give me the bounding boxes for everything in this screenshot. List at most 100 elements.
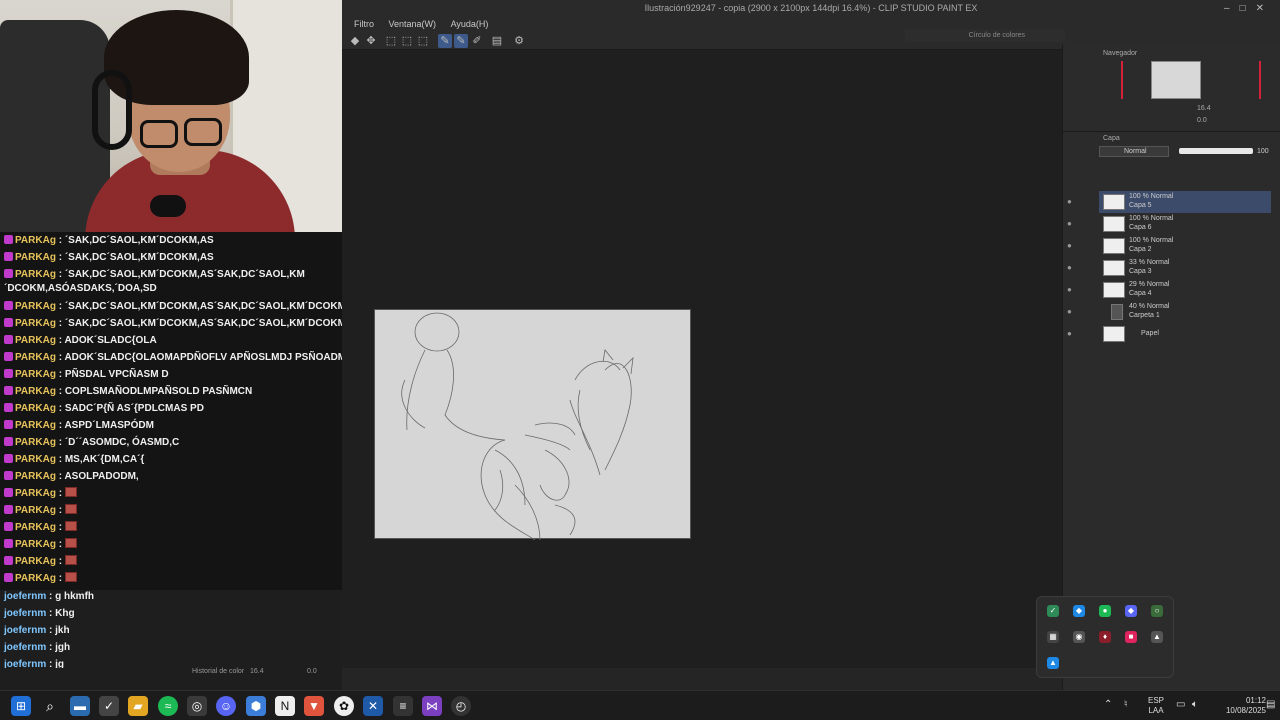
- layer-row[interactable]: ● 100 % Normal Capa 6: [1063, 213, 1280, 235]
- settings-tool-icon[interactable]: ⚙: [512, 34, 526, 48]
- canvas-paper[interactable]: [374, 309, 691, 541]
- file-explorer-icon[interactable]: ▰: [128, 696, 148, 716]
- chat-text: SADC´P{Ñ AS´{PDLCMAS PD: [64, 403, 204, 414]
- clock[interactable]: 01:12 10/08/2025: [1224, 696, 1266, 716]
- app-icon[interactable]: ◎: [187, 696, 207, 716]
- status-angle: 0.0: [307, 668, 317, 675]
- menu-item-ventana[interactable]: Ventana(W): [389, 19, 437, 29]
- app-icon[interactable]: ⬢: [246, 696, 266, 716]
- notification-icon[interactable]: ▤: [1266, 699, 1275, 710]
- network-icon[interactable]: ▭: [1176, 699, 1185, 710]
- tray-chevron-up-icon[interactable]: ⌃: [1104, 699, 1112, 710]
- notion-icon[interactable]: N: [275, 696, 295, 716]
- chat-badge-icon: [4, 573, 13, 582]
- blend-mode-select[interactable]: Normal: [1099, 146, 1169, 157]
- navigator-marker-left: [1121, 61, 1123, 99]
- layer-row[interactable]: ● 33 % Normal Capa 3: [1063, 257, 1280, 279]
- layer-row[interactable]: ● 40 % Normal Carpeta 1: [1063, 301, 1280, 323]
- navigator-zoom-value[interactable]: 16.4: [1197, 105, 1211, 112]
- tray-app-icon[interactable]: ○: [1151, 605, 1163, 617]
- chat-username: PARKAg: [15, 522, 56, 533]
- chat-separator: :: [55, 437, 65, 448]
- window-titlebar: Ilustración929247 - copia (2900 x 2100px…: [342, 0, 1280, 17]
- microphone-icon[interactable]: ♮: [1124, 699, 1128, 710]
- brush-tool-icon[interactable]: ✐: [470, 34, 484, 48]
- tray-app-icon[interactable]: ✓: [1047, 605, 1059, 617]
- tray-app-icon[interactable]: ▲: [1047, 657, 1059, 669]
- volume-icon[interactable]: 🔈︎: [1192, 699, 1198, 710]
- menu-item-ayuda[interactable]: Ayuda(H): [451, 19, 489, 29]
- navigator-panel-header[interactable]: Navegador: [1063, 47, 1280, 61]
- chat-separator: :: [55, 454, 65, 465]
- layer-visibility-eye-icon[interactable]: ●: [1067, 285, 1072, 294]
- chat-text: ´SAK,DC´SAOL,KM´DCOKM,AS´SAK,DC´SAOL,KM´…: [64, 301, 342, 312]
- layer-row[interactable]: ● Papel: [1063, 323, 1280, 345]
- navigator-thumbnail[interactable]: [1151, 61, 1201, 99]
- layer-row[interactable]: ● 29 % Normal Capa 4: [1063, 279, 1280, 301]
- layer-row[interactable]: ● 100 % Normal Capa 5: [1067, 191, 1271, 213]
- layer-thumbnail: [1103, 326, 1125, 342]
- pencil-tool-icon[interactable]: ✎: [454, 34, 468, 48]
- chat-badge-icon: [4, 386, 13, 395]
- start-icon[interactable]: ⊞: [11, 696, 31, 716]
- tray-app-icon[interactable]: ♦: [1099, 631, 1111, 643]
- chat-badge-icon: [4, 488, 13, 497]
- navigator-rotation-value[interactable]: 0.0: [1197, 117, 1207, 124]
- app-icon[interactable]: ✕: [363, 696, 383, 716]
- chat-separator: :: [46, 608, 56, 619]
- layer-visibility-eye-icon[interactable]: ●: [1067, 263, 1072, 272]
- opacity-slider[interactable]: [1179, 148, 1253, 154]
- language-indicator[interactable]: ESP LAA: [1148, 696, 1164, 716]
- window-controls[interactable]: –□✕: [1224, 0, 1274, 17]
- canvas-area[interactable]: [342, 50, 1062, 670]
- ruler-tool-icon[interactable]: ▤: [490, 34, 504, 48]
- layer-blend-row: Normal 100: [1063, 145, 1280, 159]
- layer-visibility-eye-icon[interactable]: ●: [1067, 219, 1072, 228]
- clip-studio-icon[interactable]: ◴: [451, 696, 471, 716]
- layer-visibility-eye-icon[interactable]: ●: [1067, 307, 1072, 316]
- tray-app-icon[interactable]: ◆: [1125, 605, 1137, 617]
- chat-separator: :: [55, 386, 65, 397]
- layer-visibility-eye-icon[interactable]: ●: [1067, 197, 1072, 206]
- chat-text: ADOK´SLADC{OLA: [64, 335, 157, 346]
- chat-separator: :: [46, 659, 56, 668]
- select-tool-icon[interactable]: ⬚: [384, 34, 398, 48]
- layer-visibility-eye-icon[interactable]: ●: [1067, 241, 1072, 250]
- layer-blend-info: 100 % Normal: [1129, 237, 1174, 244]
- discord-icon[interactable]: ☺: [216, 696, 236, 716]
- layer-panel-header[interactable]: Capa: [1063, 131, 1280, 145]
- chat-username: PARKAg: [15, 301, 56, 312]
- app-icon[interactable]: ✓: [99, 696, 119, 716]
- layer-row[interactable]: ● 100 % Normal Capa 2: [1063, 235, 1280, 257]
- chatgpt-icon[interactable]: ✿: [334, 696, 354, 716]
- crop-tool-icon[interactable]: ⬚: [416, 34, 430, 48]
- chat-separator: :: [55, 403, 65, 414]
- desktop-app-icon[interactable]: ▬: [70, 696, 90, 716]
- menu-item-filtro[interactable]: Filtro: [354, 19, 374, 29]
- brave-icon[interactable]: ▼: [304, 696, 324, 716]
- lasso-tool-icon[interactable]: ⬚: [400, 34, 414, 48]
- spotify-tray-icon[interactable]: ●: [1099, 605, 1111, 617]
- spotify-icon[interactable]: ≈: [158, 696, 178, 716]
- tray-app-icon[interactable]: ■: [1125, 631, 1137, 643]
- right-panel: Navegador 16.4 0.0 Capa Normal 100 ● 100 …: [1062, 45, 1280, 690]
- pen-tool-icon[interactable]: ✎: [438, 34, 452, 48]
- chat-username: joefernm: [4, 608, 47, 619]
- color-circle-panel-tab[interactable]: Círculo de colores: [905, 29, 1065, 42]
- tray-app-icon[interactable]: ◆: [1073, 605, 1085, 617]
- app-icon[interactable]: ≡: [393, 696, 413, 716]
- chat-emote-icon: [64, 538, 77, 548]
- chat-message: joefernm : g hkmfh: [0, 588, 190, 605]
- visual-studio-icon[interactable]: ⋈: [422, 696, 442, 716]
- move-tool-icon[interactable]: ✥: [364, 34, 378, 48]
- tray-app-icon[interactable]: ▲: [1151, 631, 1163, 643]
- tray-app-icon[interactable]: ◉: [1073, 631, 1085, 643]
- chat-separator: :: [55, 252, 65, 263]
- chat-badge-icon: [4, 352, 13, 361]
- search-icon[interactable]: ⌕: [40, 696, 60, 716]
- fill-tool-icon[interactable]: ◆: [348, 34, 362, 48]
- tray-app-icon[interactable]: ▦: [1047, 631, 1059, 643]
- chat-badge-icon: [4, 454, 13, 463]
- chat-separator: :: [55, 301, 65, 312]
- layer-visibility-eye-icon[interactable]: ●: [1067, 329, 1072, 338]
